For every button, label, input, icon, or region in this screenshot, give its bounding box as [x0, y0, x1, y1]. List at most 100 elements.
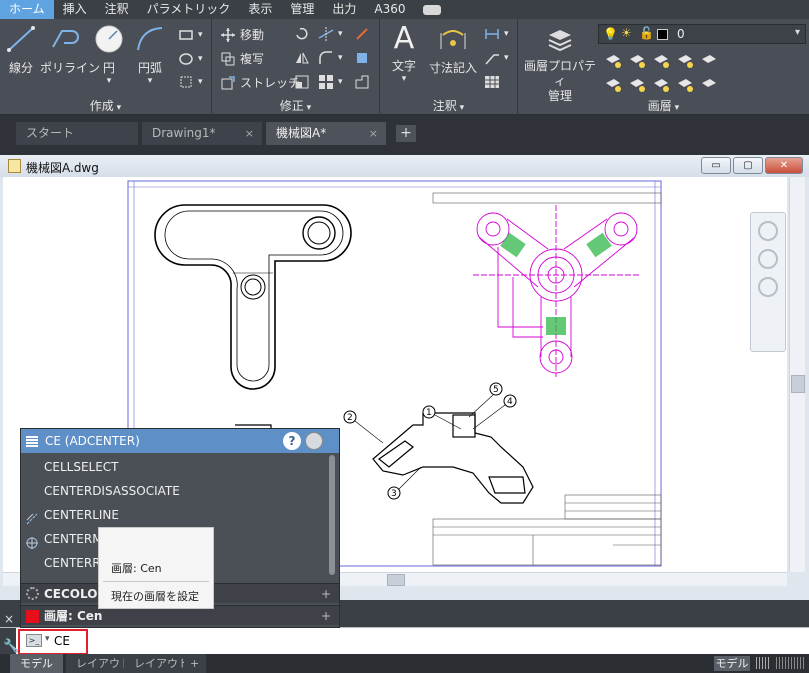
- menu-tab-annotate[interactable]: 注釈: [96, 0, 138, 19]
- annotation-panel-title[interactable]: 注釈: [380, 97, 517, 113]
- explode-tool[interactable]: [354, 50, 370, 66]
- menu-tab-manage[interactable]: 管理: [281, 0, 323, 19]
- vertical-scroll-thumb[interactable]: [791, 375, 805, 393]
- move-button[interactable]: 移動: [220, 26, 264, 43]
- customize-button[interactable]: 🔧: [0, 628, 19, 655]
- fillet-tool[interactable]: ▾: [318, 50, 343, 66]
- set-current-layer-option[interactable]: 現在の画層を設定: [111, 588, 199, 604]
- drawing-window-titlebar: 機械図A.dwg ▭ ▢ ✕: [0, 155, 809, 177]
- tab-start[interactable]: スタート: [16, 122, 138, 145]
- erase-tool[interactable]: [354, 26, 370, 42]
- trim-tool[interactable]: ▾: [318, 26, 343, 42]
- layer-tools-grid: [604, 51, 724, 99]
- menu-tab-home[interactable]: ホーム: [0, 0, 54, 19]
- close-icon[interactable]: ×: [4, 612, 14, 626]
- command-prompt-icon[interactable]: >_: [26, 634, 42, 647]
- autocomplete-item[interactable]: CENTERLINE: [21, 503, 329, 527]
- arc-button[interactable]: 円弧 ▾: [130, 25, 170, 86]
- steering-wheel-icon[interactable]: [758, 221, 778, 241]
- autocomplete-item[interactable]: CENTERDISASSOCIATE: [21, 479, 329, 503]
- chevron-down-icon: ▾: [794, 27, 800, 38]
- hatch-dropdown-icon: ▾: [198, 54, 203, 64]
- line-button[interactable]: 線分: [4, 25, 38, 76]
- menu-tab-output[interactable]: 出力: [323, 0, 365, 19]
- centerline-icon: [26, 509, 38, 525]
- scale-icon: [294, 74, 310, 90]
- hatch-tool[interactable]: ▾: [178, 51, 203, 67]
- lock-icon: 🔓: [639, 26, 654, 40]
- table-tool[interactable]: [484, 74, 500, 90]
- help-icon[interactable]: ?: [283, 432, 301, 450]
- close-icon[interactable]: ×: [369, 122, 378, 145]
- modify-panel-title[interactable]: 修正: [212, 97, 379, 113]
- svg-text:2: 2: [347, 413, 353, 423]
- vertical-scrollbar[interactable]: [789, 177, 805, 572]
- rectangle-dropdown-icon: ▾: [198, 30, 203, 40]
- internet-search-icon[interactable]: [305, 432, 323, 450]
- linear-dim-tool[interactable]: ▾: [484, 26, 509, 42]
- rotate-tool[interactable]: [294, 26, 310, 42]
- expand-icon[interactable]: +: [321, 584, 331, 604]
- arc-dropdown-icon[interactable]: ▾: [130, 76, 170, 86]
- scale-tool[interactable]: [294, 74, 310, 90]
- dimension-button[interactable]: 寸法記入: [426, 25, 480, 76]
- polyline-button[interactable]: ポリライン: [40, 25, 100, 76]
- restore-button[interactable]: ▢: [733, 157, 763, 174]
- draw-panel-title[interactable]: 作成: [0, 97, 211, 113]
- copy-button[interactable]: 複写: [220, 50, 264, 67]
- svg-text:4: 4: [507, 397, 513, 407]
- menu-tab-insert[interactable]: 挿入: [54, 0, 96, 19]
- rectangle-tool[interactable]: ▾: [178, 27, 203, 43]
- close-window-button[interactable]: ✕: [765, 157, 803, 174]
- minimize-button[interactable]: ▭: [701, 157, 731, 174]
- offset-tool[interactable]: [354, 74, 370, 90]
- tooltip-divider: [103, 581, 209, 582]
- circle-dropdown-icon[interactable]: ▾: [92, 76, 126, 86]
- grid-icon[interactable]: [756, 657, 770, 669]
- sun-icon: ☀: [621, 26, 632, 40]
- expand-icon[interactable]: +: [321, 606, 331, 626]
- tab-model[interactable]: モデル: [10, 654, 63, 673]
- fillet-icon: [318, 50, 334, 66]
- tab-drawing1[interactable]: Drawing1* ×: [142, 122, 262, 145]
- layer-properties-button[interactable]: 画層プロパティ 管理: [522, 27, 598, 104]
- menu-tab-parametric[interactable]: パラメトリック: [138, 0, 240, 19]
- array-tool[interactable]: ▾: [318, 74, 343, 90]
- pan-icon[interactable]: [758, 249, 778, 269]
- tooltip-layer-name: 画層: Cen: [111, 562, 162, 575]
- rectangle-icon: [178, 27, 194, 43]
- snap-icon[interactable]: [776, 657, 804, 669]
- chevron-down-icon[interactable]: ▾: [45, 634, 50, 644]
- array-icon: [318, 74, 334, 90]
- command-input[interactable]: CE: [54, 634, 70, 648]
- circle-icon: [94, 25, 124, 53]
- zoom-icon[interactable]: [758, 277, 778, 297]
- move-icon: [220, 27, 236, 43]
- stretch-button[interactable]: ストレッチ: [220, 74, 300, 91]
- close-icon[interactable]: ×: [245, 122, 254, 145]
- boundary-tool[interactable]: ▾: [178, 74, 203, 90]
- gear-icon: [26, 587, 39, 600]
- leader-tool[interactable]: ▾: [484, 50, 509, 66]
- dwg-file-icon: [8, 159, 21, 173]
- model-space-button[interactable]: モデル: [714, 656, 750, 671]
- new-layout-button[interactable]: +: [184, 654, 206, 673]
- mirror-tool[interactable]: [294, 50, 310, 66]
- autocomplete-scrollbar[interactable]: [329, 455, 335, 575]
- menu-tab-a360[interactable]: A360: [365, 0, 414, 19]
- text-dropdown-icon[interactable]: ▾: [388, 74, 420, 84]
- navigation-bar[interactable]: [750, 212, 786, 352]
- stretch-icon: [220, 75, 236, 91]
- tab-kikaizu-a[interactable]: 機械図A* ×: [266, 122, 386, 145]
- autocomplete-header[interactable]: CE (ADCENTER) ?: [21, 429, 339, 453]
- ribbon-toggle-button[interactable]: [419, 0, 445, 19]
- menu-tab-view[interactable]: 表示: [239, 0, 281, 19]
- layer-dropdown[interactable]: 💡 ☀ 🔓 0 ▾: [598, 24, 806, 44]
- linear-dim-icon: [484, 26, 500, 42]
- layers-panel-title[interactable]: 画層: [518, 97, 809, 113]
- autocomplete-item[interactable]: CELLSELECT: [21, 455, 329, 479]
- text-button[interactable]: A 文字 ▾: [388, 23, 420, 85]
- new-tab-button[interactable]: +: [396, 125, 416, 142]
- circle-button[interactable]: 円 ▾: [92, 25, 126, 86]
- horizontal-scroll-thumb[interactable]: [387, 574, 405, 586]
